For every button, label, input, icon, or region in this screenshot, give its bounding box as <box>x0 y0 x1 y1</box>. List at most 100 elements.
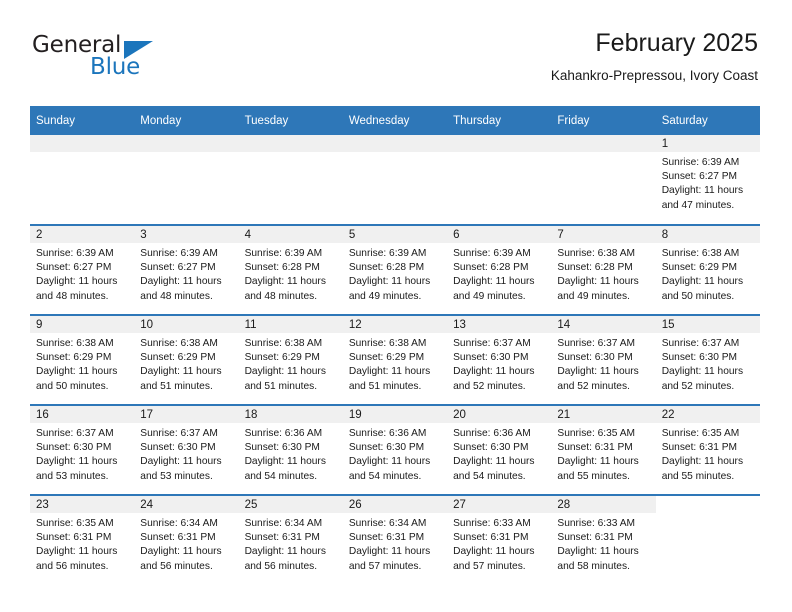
sunset-time: Sunset: 6:28 PM <box>244 262 320 274</box>
calendar-day-cell-empty <box>238 135 343 225</box>
daylight-duration: Daylight: 11 hours and 51 minutes. <box>244 366 326 392</box>
day-number: 15 <box>655 316 760 333</box>
calendar-day-cell-5[interactable]: 5 Sunrise: 6:39 AM Sunset: 6:28 PM Daylight… <box>342 224 448 315</box>
daylight-duration: Daylight: 11 hours and 55 minutes. <box>557 456 639 482</box>
weekday-header-wednesday: Wednesday <box>342 106 448 135</box>
calendar-day-cell-23[interactable]: 23 Sunrise: 6:35 AM Sunset: 6:31 PM Dayligh… <box>30 494 135 585</box>
sunrise-time: Sunrise: 6:34 AM <box>244 518 323 529</box>
calendar-day-cell-empty <box>342 135 448 225</box>
calendar-day-cell-16[interactable]: 16 Sunrise: 6:37 AM Sunset: 6:30 PM Dayligh… <box>30 404 135 495</box>
day-details: Sunrise: 6:39 AM Sunset: 6:27 PM Daylight:… <box>134 243 238 304</box>
day-details: Sunrise: 6:34 AM Sunset: 6:31 PM Daylight:… <box>134 513 238 574</box>
day-number: 19 <box>342 406 448 423</box>
sunrise-time: Sunrise: 6:37 AM <box>557 338 635 349</box>
calendar-day-cell-20[interactable]: 20 Sunrise: 6:36 AM Sunset: 6:30 PM Dayligh… <box>447 404 552 495</box>
calendar-day-cell-15[interactable]: 15 Sunrise: 6:37 AM Sunset: 6:30 PM Dayligh… <box>655 314 760 405</box>
day-details: Sunrise: 6:34 AM Sunset: 6:31 PM Daylight:… <box>343 513 447 574</box>
day-number: 2 <box>30 226 135 243</box>
sunrise-time: Sunrise: 6:34 AM <box>348 518 427 529</box>
day-number: 24 <box>134 496 239 513</box>
day-details: Sunrise: 6:35 AM Sunset: 6:31 PM Daylight:… <box>551 423 655 484</box>
daylight-duration: Daylight: 11 hours and 52 minutes. <box>661 366 744 392</box>
calendar-container: Sunday Monday Tuesday Wednesday Thursday Frid… <box>30 106 760 585</box>
calendar-day-cell-7[interactable]: 7 Sunrise: 6:38 AM Sunset: 6:28 PM Daylight… <box>551 224 656 315</box>
calendar-header-row: Sunday Monday Tuesday Wednesday Thursday Frid… <box>30 106 760 135</box>
daylight-duration: Daylight: 11 hours and 49 minutes. <box>348 276 431 302</box>
sunrise-time: Sunrise: 6:39 AM <box>661 157 740 168</box>
calendar-day-cell-4[interactable]: 4 Sunrise: 6:39 AM Sunset: 6:28 PM Daylight… <box>238 224 343 315</box>
calendar-day-cell-2[interactable]: 2 Sunrise: 6:39 AM Sunset: 6:27 PM Daylight… <box>30 224 135 315</box>
weekday-header-friday: Friday <box>551 106 656 135</box>
day-number: 12 <box>342 316 448 333</box>
logo-text-blue: Blue <box>90 54 141 80</box>
calendar-day-cell-3[interactable]: 3 Sunrise: 6:39 AM Sunset: 6:27 PM Daylight… <box>134 224 239 315</box>
calendar-day-cell-empty <box>447 135 552 225</box>
sunrise-time: Sunrise: 6:39 AM <box>244 248 323 259</box>
calendar-day-cell-25[interactable]: 25 Sunrise: 6:34 AM Sunset: 6:31 PM Dayligh… <box>238 494 343 585</box>
sunrise-time: Sunrise: 6:38 AM <box>557 248 635 259</box>
calendar-day-cell-14[interactable]: 14 Sunrise: 6:37 AM Sunset: 6:30 PM Dayligh… <box>551 314 656 405</box>
sunrise-time: Sunrise: 6:33 AM <box>453 518 531 529</box>
day-number-empty <box>342 135 448 152</box>
sunrise-time: Sunrise: 6:35 AM <box>36 518 114 529</box>
calendar-week-row: 16 Sunrise: 6:37 AM Sunset: 6:30 PM Dayligh… <box>30 404 760 495</box>
daylight-duration: Daylight: 11 hours and 52 minutes. <box>557 366 639 392</box>
day-number: 14 <box>551 316 656 333</box>
sunrise-time: Sunrise: 6:37 AM <box>661 338 740 349</box>
daylight-duration: Daylight: 11 hours and 51 minutes. <box>348 366 431 392</box>
sunset-time: Sunset: 6:30 PM <box>244 442 320 454</box>
calendar-day-cell-6[interactable]: 6 Sunrise: 6:39 AM Sunset: 6:28 PM Daylight… <box>447 224 552 315</box>
calendar-day-cell-1[interactable]: 1 Sunrise: 6:39 AM Sunset: 6:27 PM Daylight… <box>655 135 760 225</box>
day-details: Sunrise: 6:34 AM Sunset: 6:31 PM Daylight:… <box>239 513 343 574</box>
sunrise-time: Sunrise: 6:34 AM <box>140 518 218 529</box>
daylight-duration: Daylight: 11 hours and 56 minutes. <box>244 546 326 572</box>
sunset-time: Sunset: 6:27 PM <box>140 262 216 274</box>
calendar-day-cell-13[interactable]: 13 Sunrise: 6:37 AM Sunset: 6:30 PM Dayligh… <box>447 314 552 405</box>
sunset-time: Sunset: 6:31 PM <box>140 532 216 544</box>
sunset-time: Sunset: 6:29 PM <box>140 352 216 364</box>
calendar-day-cell-19[interactable]: 19 Sunrise: 6:36 AM Sunset: 6:30 PM Dayligh… <box>342 404 448 495</box>
calendar-body: 1 Sunrise: 6:39 AM Sunset: 6:27 PM Daylight… <box>30 135 760 585</box>
calendar-day-cell-9[interactable]: 9 Sunrise: 6:38 AM Sunset: 6:29 PM Daylight… <box>30 314 135 405</box>
calendar-day-cell-26[interactable]: 26 Sunrise: 6:34 AM Sunset: 6:31 PM Dayligh… <box>342 494 448 585</box>
sunrise-time: Sunrise: 6:38 AM <box>661 248 740 259</box>
day-number: 25 <box>238 496 343 513</box>
calendar-day-cell-17[interactable]: 17 Sunrise: 6:37 AM Sunset: 6:30 PM Dayligh… <box>134 404 239 495</box>
calendar-day-cell-8[interactable]: 8 Sunrise: 6:38 AM Sunset: 6:29 PM Daylight… <box>655 224 760 315</box>
sunrise-time: Sunrise: 6:36 AM <box>453 428 531 439</box>
daylight-duration: Daylight: 11 hours and 49 minutes. <box>453 276 535 302</box>
day-details: Sunrise: 6:37 AM Sunset: 6:30 PM Daylight:… <box>134 423 238 484</box>
sunrise-time: Sunrise: 6:35 AM <box>661 428 740 439</box>
sunrise-time: Sunrise: 6:37 AM <box>36 428 114 439</box>
calendar-day-cell-28[interactable]: 28 Sunrise: 6:33 AM Sunset: 6:31 PM Dayligh… <box>551 494 656 585</box>
calendar-week-row: 1 Sunrise: 6:39 AM Sunset: 6:27 PM Daylight… <box>30 135 760 225</box>
sunset-time: Sunset: 6:29 PM <box>244 352 320 364</box>
calendar-day-cell-22[interactable]: 22 Sunrise: 6:35 AM Sunset: 6:31 PM Dayligh… <box>655 404 760 495</box>
sunset-time: Sunset: 6:30 PM <box>36 442 112 454</box>
day-number: 26 <box>342 496 448 513</box>
weekday-header-row: Sunday Monday Tuesday Wednesday Thursday Frid… <box>30 106 760 135</box>
sunset-time: Sunset: 6:31 PM <box>453 532 529 544</box>
day-number: 23 <box>30 496 135 513</box>
sunrise-time: Sunrise: 6:38 AM <box>348 338 427 349</box>
general-blue-logo[interactable]: General Blue <box>30 32 210 88</box>
calendar-week-row: 9 Sunrise: 6:38 AM Sunset: 6:29 PM Daylight… <box>30 314 760 405</box>
calendar-day-cell-12[interactable]: 12 Sunrise: 6:38 AM Sunset: 6:29 PM Dayligh… <box>342 314 448 405</box>
day-number: 11 <box>238 316 343 333</box>
sunset-time: Sunset: 6:31 PM <box>348 532 425 544</box>
calendar-day-cell-18[interactable]: 18 Sunrise: 6:36 AM Sunset: 6:30 PM Dayligh… <box>238 404 343 495</box>
daylight-duration: Daylight: 11 hours and 49 minutes. <box>557 276 639 302</box>
calendar-day-cell-11[interactable]: 11 Sunrise: 6:38 AM Sunset: 6:29 PM Dayligh… <box>238 314 343 405</box>
calendar-day-cell-10[interactable]: 10 Sunrise: 6:38 AM Sunset: 6:29 PM Dayligh… <box>134 314 239 405</box>
daylight-duration: Daylight: 11 hours and 58 minutes. <box>557 546 639 572</box>
calendar-day-cell-24[interactable]: 24 Sunrise: 6:34 AM Sunset: 6:31 PM Dayligh… <box>134 494 239 585</box>
sunset-time: Sunset: 6:30 PM <box>348 442 425 454</box>
sunset-time: Sunset: 6:30 PM <box>140 442 216 454</box>
sunset-time: Sunset: 6:27 PM <box>36 262 112 274</box>
sunrise-time: Sunrise: 6:38 AM <box>36 338 114 349</box>
daylight-duration: Daylight: 11 hours and 53 minutes. <box>140 456 222 482</box>
sunset-time: Sunset: 6:31 PM <box>36 532 112 544</box>
calendar-day-cell-21[interactable]: 21 Sunrise: 6:35 AM Sunset: 6:31 PM Dayligh… <box>551 404 656 495</box>
day-number: 28 <box>551 496 656 513</box>
calendar-day-cell-27[interactable]: 27 Sunrise: 6:33 AM Sunset: 6:31 PM Dayligh… <box>447 494 552 585</box>
